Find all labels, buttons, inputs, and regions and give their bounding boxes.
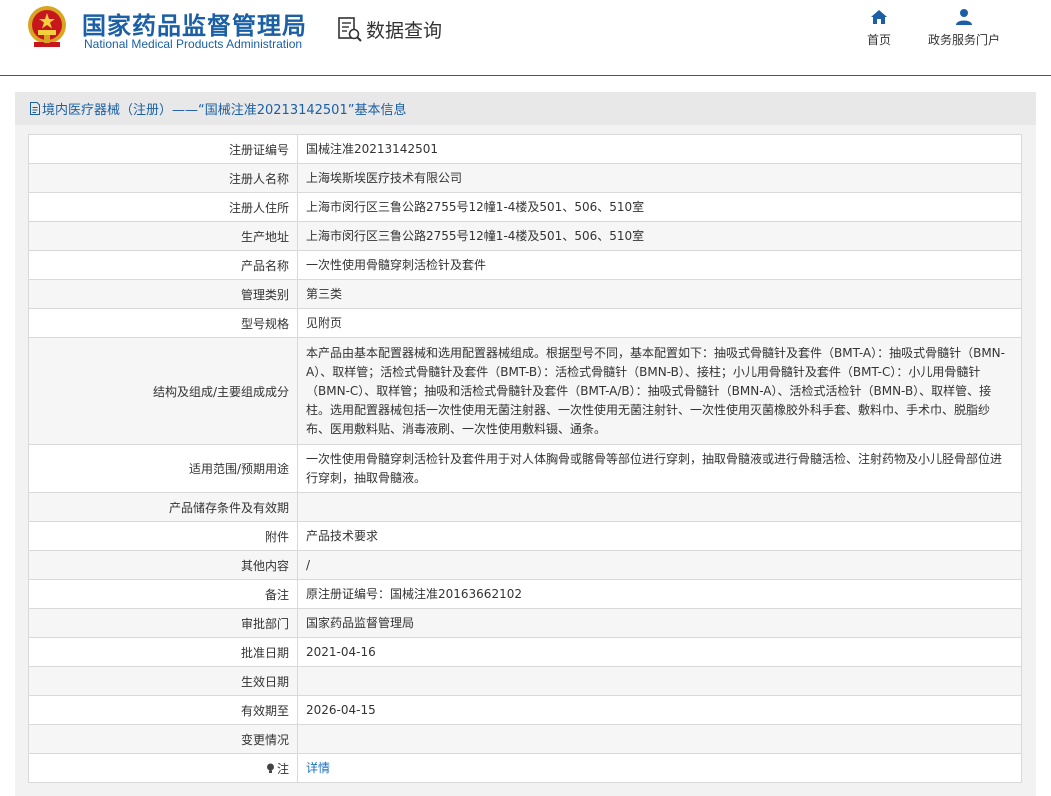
table-row: 产品名称 一次性使用骨髓穿刺活检针及套件 (28, 250, 1022, 280)
table-row: 附件 产品技术要求 (28, 521, 1022, 551)
row-value: 原注册证编号：国械注准20163662102 (297, 579, 1022, 609)
row-label: 注册人名称 (28, 163, 298, 193)
row-value: 本产品由基本配置器械和选用配置器械组成。根据型号不同，基本配置如下：抽吸式骨髓针… (297, 337, 1022, 445)
row-value (297, 724, 1022, 754)
nav-service-portal[interactable]: 政务服务门户 (926, 8, 1002, 48)
national-emblem-icon (28, 6, 66, 47)
row-value: 详情 (297, 753, 1022, 783)
nav-home[interactable]: 首页 (864, 8, 894, 48)
user-icon (956, 9, 972, 25)
panel-title: 境内医疗器械（注册）——“国械注准20213142501”基本信息 (42, 103, 407, 118)
nav-portal-label: 政务服务门户 (927, 33, 1000, 47)
row-label: 注册证编号 (28, 134, 298, 164)
row-value: 见附页 (297, 308, 1022, 338)
row-label: 有效期至 (28, 695, 298, 725)
row-label: 产品名称 (28, 250, 298, 280)
row-label: 批准日期 (28, 637, 298, 667)
table-row: 型号规格 见附页 (28, 308, 1022, 338)
table-row: 产品储存条件及有效期 (28, 492, 1022, 522)
table-row: 生效日期 (28, 666, 1022, 696)
home-icon (871, 10, 887, 24)
table-row: 其他内容 / (28, 550, 1022, 580)
row-label: 其他内容 (28, 550, 298, 580)
row-label: 生产地址 (28, 221, 298, 251)
row-value: 国家药品监督管理局 (297, 608, 1022, 638)
row-label: 产品储存条件及有效期 (28, 492, 298, 522)
panel-header: 境内医疗器械（注册）——“国械注准20213142501”基本信息 (15, 92, 1036, 125)
nav-home-label: 首页 (866, 33, 891, 47)
table-row: 生产地址 上海市闵行区三鲁公路2755号12幢1-4楼及501、506、510室 (28, 221, 1022, 251)
org-name-en: National Medical Products Administration (84, 37, 303, 51)
row-label: 生效日期 (28, 666, 298, 696)
table-row: 注册人名称 上海埃斯埃医疗技术有限公司 (28, 163, 1022, 193)
row-label: 变更情况 (28, 724, 298, 754)
row-value (297, 666, 1022, 696)
table-row: 管理类别 第三类 (28, 279, 1022, 309)
lightbulb-icon (266, 763, 274, 773)
row-value: 国械注准20213142501 (297, 134, 1022, 164)
info-table: 注册证编号 国械注准20213142501 注册人名称 上海埃斯埃医疗技术有限公司 … (28, 134, 1022, 783)
document-search-icon (338, 17, 362, 42)
row-value: / (297, 550, 1022, 580)
table-row: 注册证编号 国械注准20213142501 (28, 134, 1022, 164)
row-label: 备注 (28, 579, 298, 609)
row-label: 附件 (28, 521, 298, 551)
row-value: 2026-04-15 (297, 695, 1022, 725)
row-value: 一次性使用骨髓穿刺活检针及套件用于对人体胸骨或髂骨等部位进行穿刺，抽取骨髓液或进… (297, 444, 1022, 493)
table-row: 注 详情 (28, 753, 1022, 783)
row-label: 型号规格 (28, 308, 298, 338)
site-header: 国家药品监督管理局 National Medical Products Admi… (0, 0, 1051, 76)
row-value: 第三类 (297, 279, 1022, 309)
row-value (297, 492, 1022, 522)
row-value: 2021-04-16 (297, 637, 1022, 667)
row-label: 结构及组成/主要组成成分 (28, 337, 298, 445)
note-label: 注 (266, 760, 289, 777)
table-row: 备注 原注册证编号：国械注准20163662102 (28, 579, 1022, 609)
detail-panel: 境内医疗器械（注册）——“国械注准20213142501”基本信息 注册证编号国… (15, 92, 1036, 796)
table-row: 批准日期 2021-04-16 (28, 637, 1022, 667)
row-label: 注册人住所 (28, 192, 298, 222)
table-row: 变更情况 (28, 724, 1022, 754)
table-row: 审批部门 国家药品监督管理局 (28, 608, 1022, 638)
table-row: 有效期至 2026-04-15 (28, 695, 1022, 725)
table-row: 结构及组成/主要组成成分 本产品由基本配置器械和选用配置器械组成。根据型号不同，基… (28, 337, 1022, 445)
table-row: 适用范围/预期用途 一次性使用骨髓穿刺活检针及套件用于对人体胸骨或髂骨等部位进行穿… (28, 444, 1022, 493)
row-label: 注 (28, 753, 298, 783)
row-value: 上海埃斯埃医疗技术有限公司 (297, 163, 1022, 193)
row-label: 管理类别 (28, 279, 298, 309)
document-icon (30, 102, 40, 115)
table-row: 注册人住所 上海市闵行区三鲁公路2755号12幢1-4楼及501、506、510室 (28, 192, 1022, 222)
row-value: 上海市闵行区三鲁公路2755号12幢1-4楼及501、506、510室 (297, 221, 1022, 251)
row-label: 适用范围/预期用途 (28, 444, 298, 493)
row-value: 一次性使用骨髓穿刺活检针及套件 (297, 250, 1022, 280)
row-value: 产品技术要求 (297, 521, 1022, 551)
org-name-cn: 国家药品监督管理局 (82, 12, 307, 40)
note-label-text: 注 (276, 761, 289, 776)
row-label: 审批部门 (28, 608, 298, 638)
details-link[interactable]: 详情 (306, 761, 330, 775)
row-value: 上海市闵行区三鲁公路2755号12幢1-4楼及501、506、510室 (297, 192, 1022, 222)
data-query-title[interactable]: 数据查询 (336, 14, 442, 44)
data-query-label: 数据查询 (366, 19, 443, 42)
